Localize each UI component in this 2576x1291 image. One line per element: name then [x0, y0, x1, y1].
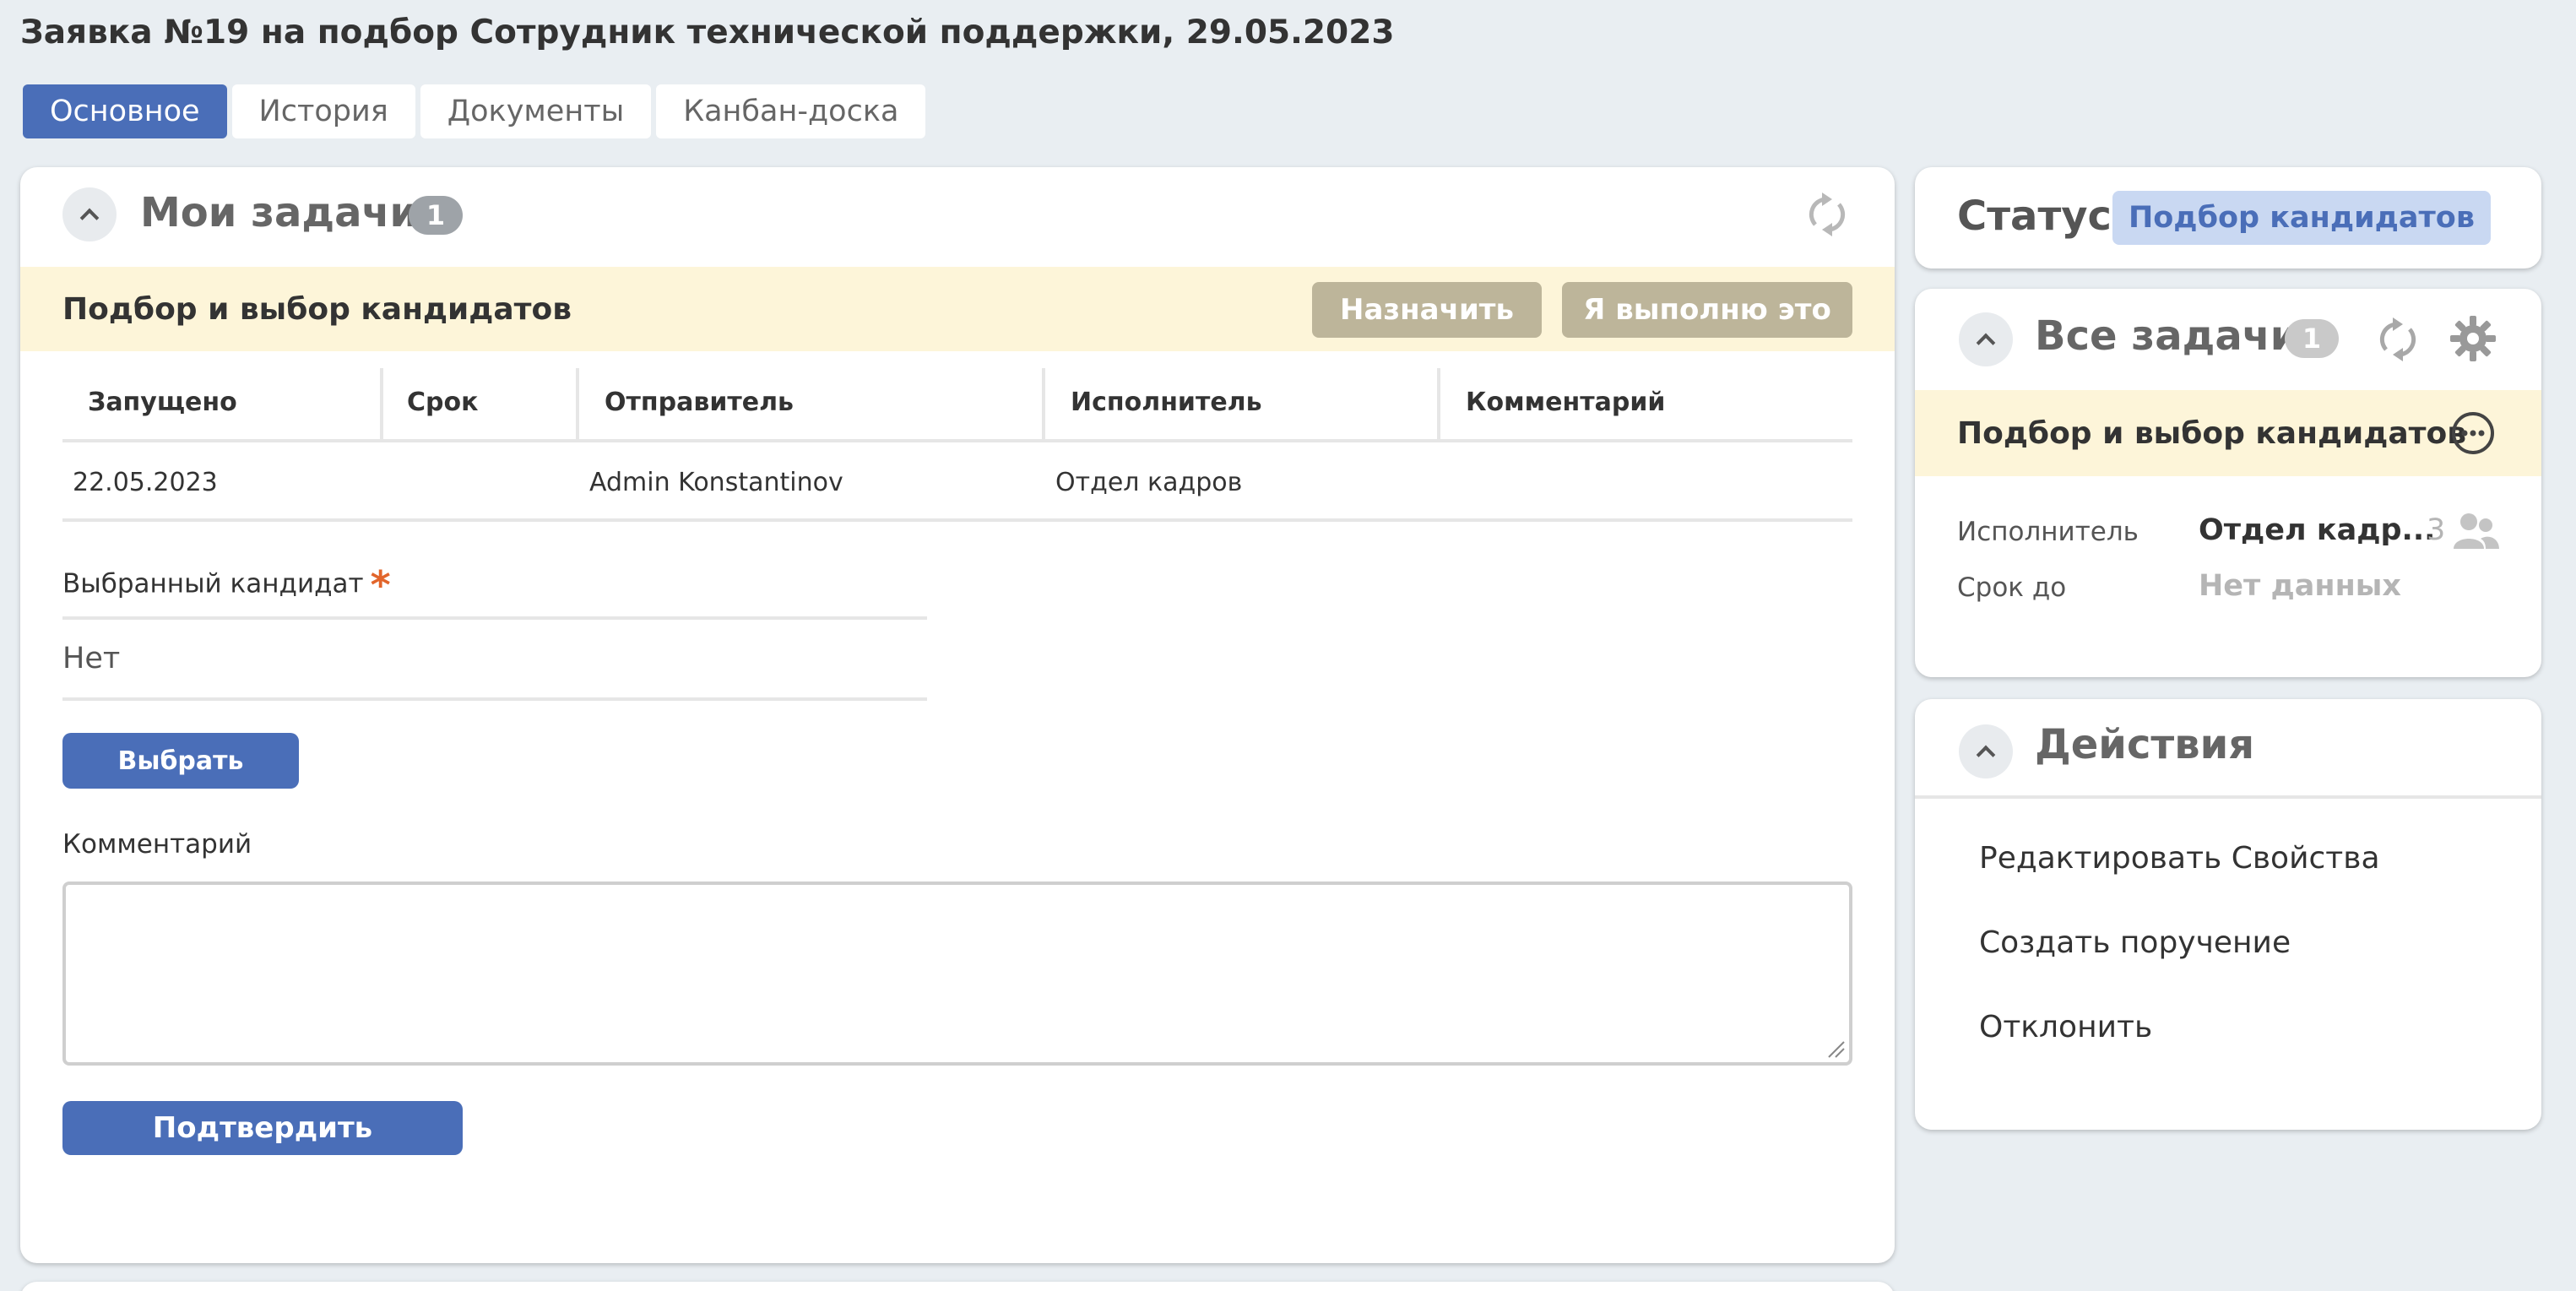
candidate-label-text: Выбранный кандидат [62, 568, 364, 599]
all-task-bar[interactable]: Подбор и выбор кандидатов [1915, 390, 2541, 476]
required-mark: * [370, 562, 391, 608]
actions-card: Действия Редактировать Свойства Создать … [1915, 699, 2541, 1130]
action-reject[interactable]: Отклонить [1979, 1010, 2152, 1044]
all-tasks-card: Все задачи 1 Подбор и выбор кандидатов И… [1915, 289, 2541, 677]
due-value: Нет данных [2199, 569, 2401, 603]
status-card: Статус Подбор кандидатов [1915, 167, 2541, 269]
refresh-icon[interactable] [1803, 191, 1851, 238]
column-divider [576, 368, 579, 439]
take-task-button[interactable]: Я выполню это [1562, 282, 1852, 338]
more-icon[interactable] [2450, 410, 2496, 456]
tab-kanban[interactable]: Канбан-доска [656, 84, 926, 138]
page-title: Заявка №19 на подбор Сотрудник техническ… [20, 14, 1395, 52]
column-header-due[interactable]: Срок [407, 365, 478, 439]
assignee-value[interactable]: Отдел кадр... [2199, 513, 2435, 547]
my-tasks-card: Мои задачи 1 Подбор и выбор кандидатов Н… [20, 167, 1895, 1263]
candidate-value: Нет [62, 642, 121, 675]
assignee-label: Исполнитель [1957, 517, 2139, 547]
column-header-comment[interactable]: Комментарий [1466, 365, 1665, 439]
all-tasks-title: Все задачи [2035, 312, 2299, 360]
assign-button[interactable]: Назначить [1312, 282, 1542, 338]
people-icon [2452, 510, 2499, 552]
column-divider [380, 368, 383, 439]
tab-history[interactable]: История [231, 84, 415, 138]
due-label: Срок до [1957, 572, 2067, 603]
chevron-up-icon [1976, 745, 1996, 765]
next-card [20, 1282, 1895, 1291]
action-edit-properties[interactable]: Редактировать Свойства [1979, 841, 2380, 876]
confirm-button[interactable]: Подтвердить [62, 1101, 463, 1155]
refresh-icon[interactable] [2374, 316, 2421, 363]
status-badge: Подбор кандидатов [2112, 191, 2491, 245]
tab-main[interactable]: Основное [23, 84, 227, 138]
table-row[interactable]: 22.05.2023 Admin Konstantinov Отдел кадр… [62, 446, 1852, 522]
column-divider [1437, 368, 1440, 439]
collapse-all-tasks-button[interactable] [1959, 312, 2013, 366]
candidate-field[interactable]: Нет [62, 616, 927, 701]
cell-sender: Admin Konstantinov [589, 467, 843, 497]
choose-candidate-button[interactable]: Выбрать [62, 733, 299, 789]
actions-title: Действия [2035, 721, 2255, 768]
gear-icon[interactable] [2449, 314, 2497, 363]
comment-textarea[interactable] [62, 881, 1852, 1066]
cell-started: 22.05.2023 [73, 467, 218, 497]
collapse-actions-button[interactable] [1959, 724, 2013, 778]
action-create-assignment[interactable]: Создать поручение [1979, 925, 2291, 960]
all-task-name: Подбор и выбор кандидатов [1957, 415, 2467, 451]
my-tasks-title: Мои задачи [140, 189, 419, 236]
assignee-count: 3 [2427, 513, 2446, 547]
status-label: Статус [1957, 193, 2112, 240]
comment-label: Комментарий [62, 829, 252, 860]
candidate-label: Выбранный кандидат * [62, 562, 391, 608]
tasks-table-header: Запущено Срок Отправитель Исполнитель Ко… [62, 365, 1852, 442]
tab-documents[interactable]: Документы [420, 84, 652, 138]
collapse-my-tasks-button[interactable] [62, 187, 117, 241]
column-header-started[interactable]: Запущено [88, 365, 237, 439]
column-divider [1042, 368, 1045, 439]
chevron-up-icon [1976, 333, 1996, 353]
tab-bar: Основное История Документы Канбан-доска [23, 84, 926, 138]
my-task-name: Подбор и выбор кандидатов [62, 291, 572, 327]
all-tasks-count-badge: 1 [2285, 319, 2339, 358]
cell-assignee: Отдел кадров [1055, 467, 1243, 497]
resize-grip-icon[interactable] [1827, 1040, 1846, 1059]
column-header-sender[interactable]: Отправитель [605, 365, 794, 439]
my-tasks-count-badge: 1 [409, 196, 463, 235]
chevron-up-icon [79, 208, 100, 228]
actions-divider [1915, 795, 2541, 799]
column-header-assignee[interactable]: Исполнитель [1071, 365, 1262, 439]
